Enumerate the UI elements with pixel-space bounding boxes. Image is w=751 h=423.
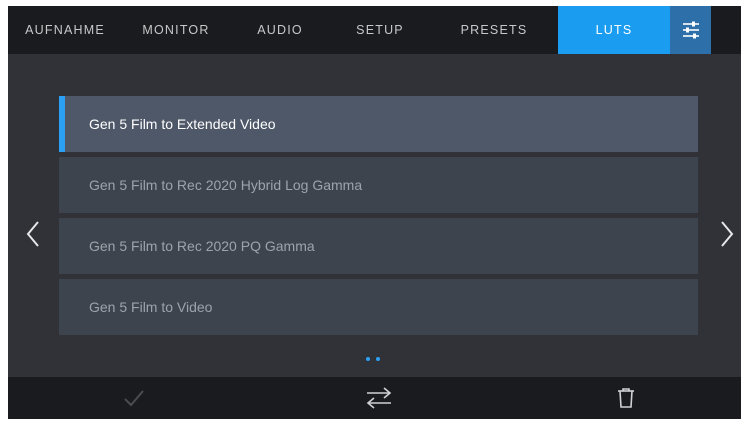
trash-icon: [618, 388, 634, 408]
lut-item[interactable]: Gen 5 Film to Rec 2020 Hybrid Log Gamma: [59, 157, 698, 213]
lut-item-label: Gen 5 Film to Rec 2020 PQ Gamma: [89, 238, 315, 254]
action-bar: [8, 377, 741, 419]
lut-item[interactable]: Gen 5 Film to Extended Video: [59, 96, 698, 152]
check-icon: [124, 390, 144, 407]
page-indicator: [366, 357, 380, 361]
sliders-icon: [682, 21, 699, 39]
previous-page-button[interactable]: [18, 214, 48, 254]
swap-arrows-icon: [366, 387, 392, 409]
tab-aufnahme[interactable]: AUFNAHME: [8, 6, 122, 54]
lut-item-label: Gen 5 Film to Extended Video: [89, 116, 276, 132]
tab-setup[interactable]: SETUP: [330, 6, 430, 54]
chevron-left-icon: [26, 221, 39, 247]
delete-button[interactable]: [606, 383, 646, 413]
tab-bar: AUFNAHME MONITOR AUDIO SETUP PRESETS LUT…: [8, 6, 741, 54]
lut-item-label: Gen 5 Film to Rec 2020 Hybrid Log Gamma: [89, 177, 363, 193]
next-page-button[interactable]: [712, 214, 741, 254]
tab-presets[interactable]: PRESETS: [430, 6, 558, 54]
camera-screen: AUFNAHME MONITOR AUDIO SETUP PRESETS LUT…: [8, 6, 741, 419]
page-dot: [376, 357, 380, 361]
tab-luts[interactable]: LUTS: [558, 6, 670, 54]
swap-button[interactable]: [359, 383, 399, 413]
page-dot: [366, 357, 370, 361]
lut-list-area: Gen 5 Film to Extended Video Gen 5 Film …: [8, 54, 741, 377]
apply-button[interactable]: [114, 383, 154, 413]
selection-indicator: [59, 96, 65, 152]
chevron-right-icon: [721, 221, 734, 247]
tab-audio[interactable]: AUDIO: [230, 6, 330, 54]
lut-item[interactable]: Gen 5 Film to Video: [59, 279, 698, 335]
tab-monitor[interactable]: MONITOR: [122, 6, 230, 54]
lut-item-label: Gen 5 Film to Video: [89, 299, 213, 315]
settings-button[interactable]: [670, 6, 711, 54]
lut-item[interactable]: Gen 5 Film to Rec 2020 PQ Gamma: [59, 218, 698, 274]
